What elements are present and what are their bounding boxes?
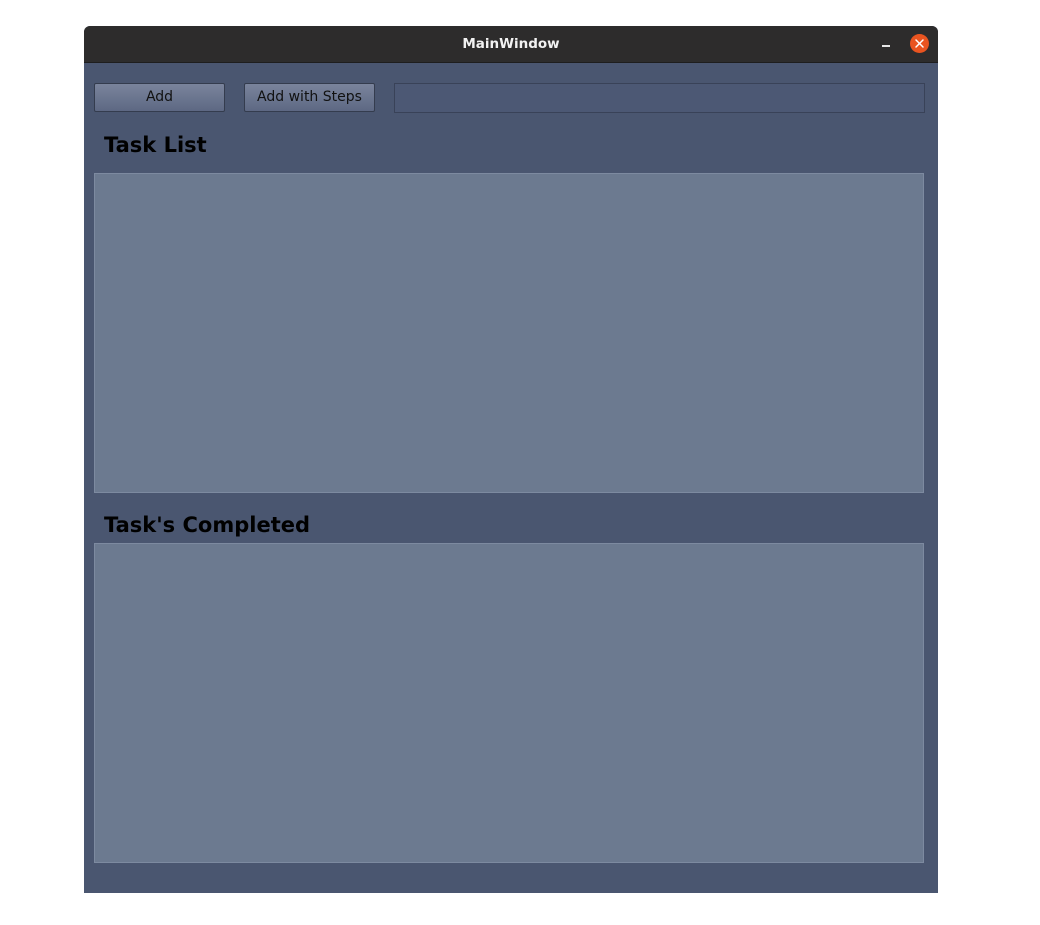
close-button[interactable] xyxy=(910,34,929,53)
main-window: MainWindow Add Add with Steps Task List … xyxy=(84,26,938,893)
title-bar[interactable]: MainWindow xyxy=(84,26,938,63)
close-icon xyxy=(915,39,924,48)
minimize-button[interactable] xyxy=(876,34,896,54)
add-with-steps-button[interactable]: Add with Steps xyxy=(244,83,375,112)
minimize-icon xyxy=(882,45,890,47)
completed-tasks-heading: Task's Completed xyxy=(104,513,311,537)
window-title: MainWindow xyxy=(462,36,560,52)
task-list-heading: Task List xyxy=(104,133,207,157)
task-list[interactable] xyxy=(94,173,924,493)
completed-task-list[interactable] xyxy=(94,543,924,863)
add-button[interactable]: Add xyxy=(94,83,225,112)
task-input[interactable] xyxy=(394,83,925,113)
